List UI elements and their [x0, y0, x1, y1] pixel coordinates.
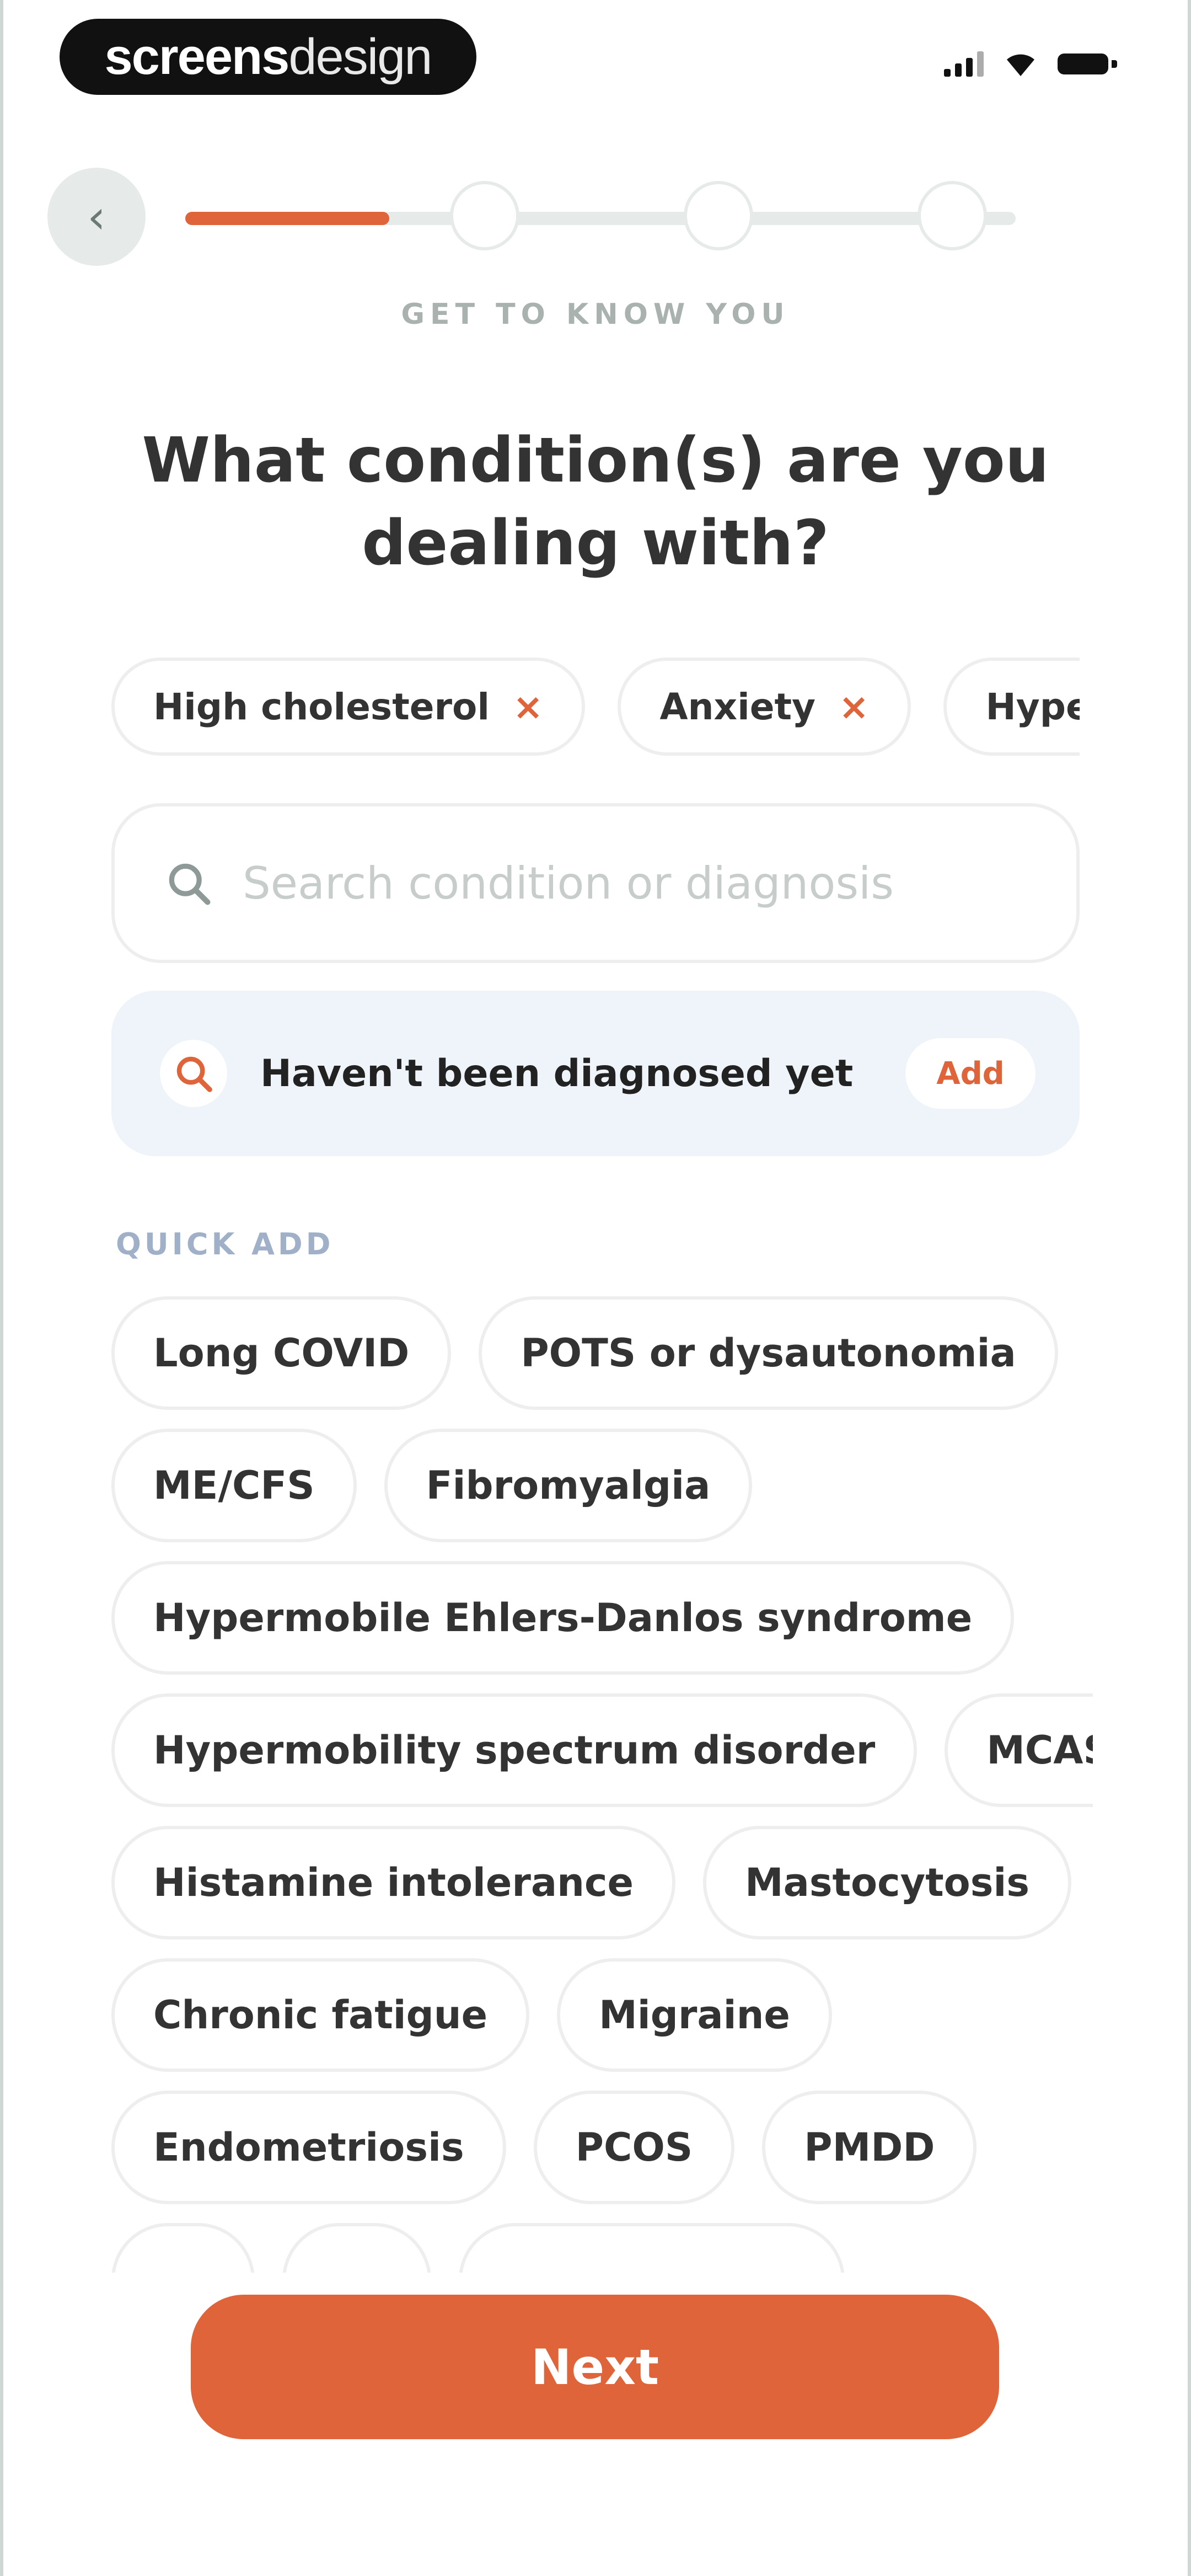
status-icons	[944, 51, 1117, 77]
remove-icon[interactable]: ×	[513, 686, 543, 728]
quick-add-chip[interactable]: PMDD	[762, 2091, 977, 2204]
selected-conditions: High cholesterol × Anxiety × Hyperte	[111, 658, 1080, 756]
selected-chip[interactable]: Hyperte	[943, 658, 1080, 756]
quick-add-row: Chronic fatigue Migraine	[111, 1958, 1093, 2072]
quick-add-chip[interactable]: Migraine	[557, 1958, 832, 2072]
quick-add-chip[interactable]	[459, 2223, 845, 2273]
brand-bold-text: screens	[104, 28, 290, 85]
search-placeholder: Search condition or diagnosis	[243, 857, 894, 909]
progress-step-dot	[450, 181, 519, 250]
chip-label: High cholesterol	[153, 685, 490, 728]
next-button[interactable]: Next	[191, 2295, 999, 2439]
chevron-left-icon: ‹	[87, 190, 106, 244]
add-button[interactable]: Add	[905, 1038, 1036, 1109]
selected-chip[interactable]: High cholesterol ×	[111, 658, 586, 756]
quick-add-chip[interactable]: Endometriosis	[111, 2091, 506, 2204]
progress-step-dot	[918, 181, 987, 250]
quick-add-row: Histamine intolerance Mastocytosis	[111, 1826, 1093, 1939]
quick-add-chip[interactable]: MCAS	[945, 1693, 1093, 1807]
quick-add-chip[interactable]: Histamine intolerance	[111, 1826, 675, 1939]
quick-add-chip[interactable]	[282, 2223, 431, 2273]
chip-label: Anxiety	[659, 685, 816, 728]
quick-add-chip[interactable]: Hypermobile Ehlers-Danlos syndrome	[111, 1561, 1015, 1675]
quick-add-chip[interactable]	[111, 2223, 255, 2273]
quick-add-chip[interactable]: Mastocytosis	[702, 1826, 1072, 1939]
brand-light-text: design	[288, 28, 432, 85]
selected-chip[interactable]: Anxiety ×	[618, 658, 911, 756]
quick-add-row-partial	[111, 2223, 1093, 2273]
step-label: GET TO KNOW YOU	[401, 298, 790, 331]
quick-add-row: Endometriosis PCOS PMDD	[111, 2091, 1093, 2204]
progress-fill	[185, 212, 389, 225]
chip-label: Hyperte	[985, 685, 1080, 728]
quick-add-chip[interactable]: Hypermobility spectrum disorder	[111, 1693, 918, 1807]
quick-add-row: Long COVID POTS or dysautonomia	[111, 1296, 1093, 1410]
battery-icon	[1058, 51, 1117, 77]
quick-add-chip[interactable]: POTS or dysautonomia	[479, 1296, 1058, 1410]
brand-logo: screens design	[60, 19, 476, 95]
back-button[interactable]: ‹	[47, 168, 146, 266]
search-icon	[169, 863, 211, 905]
undiagnosed-icon-wrap	[160, 1040, 227, 1107]
quick-add-label: QUICK ADD	[116, 1227, 334, 1262]
search-input[interactable]: Search condition or diagnosis	[111, 803, 1080, 963]
quick-add-chip[interactable]: PCOS	[533, 2091, 735, 2204]
quick-add-row: Hypermobility spectrum disorder MCAS	[111, 1693, 1093, 1807]
progress-step-dot	[684, 181, 753, 250]
page-title: What condition(s) are you dealing with?	[142, 425, 1049, 579]
wifi-icon	[1007, 54, 1034, 76]
quick-add-row: ME/CFS Fibromyalgia	[111, 1429, 1093, 1542]
cellular-signal-icon	[944, 51, 984, 77]
undiagnosed-option[interactable]: Haven't been diagnosed yet Add	[111, 991, 1080, 1156]
quick-add-row: Hypermobile Ehlers-Danlos syndrome	[111, 1561, 1093, 1675]
quick-add-chip[interactable]: Chronic fatigue	[111, 1958, 530, 2072]
undiagnosed-label: Haven't been diagnosed yet	[260, 1051, 854, 1095]
quick-add-chip[interactable]: ME/CFS	[111, 1429, 357, 1542]
quick-add-list: Long COVID POTS or dysautonomia ME/CFS F…	[111, 1296, 1093, 2273]
search-icon	[176, 1056, 212, 1092]
quick-add-chip[interactable]: Fibromyalgia	[384, 1429, 753, 1542]
remove-icon[interactable]: ×	[839, 686, 869, 728]
quick-add-chip[interactable]: Long COVID	[111, 1296, 452, 1410]
